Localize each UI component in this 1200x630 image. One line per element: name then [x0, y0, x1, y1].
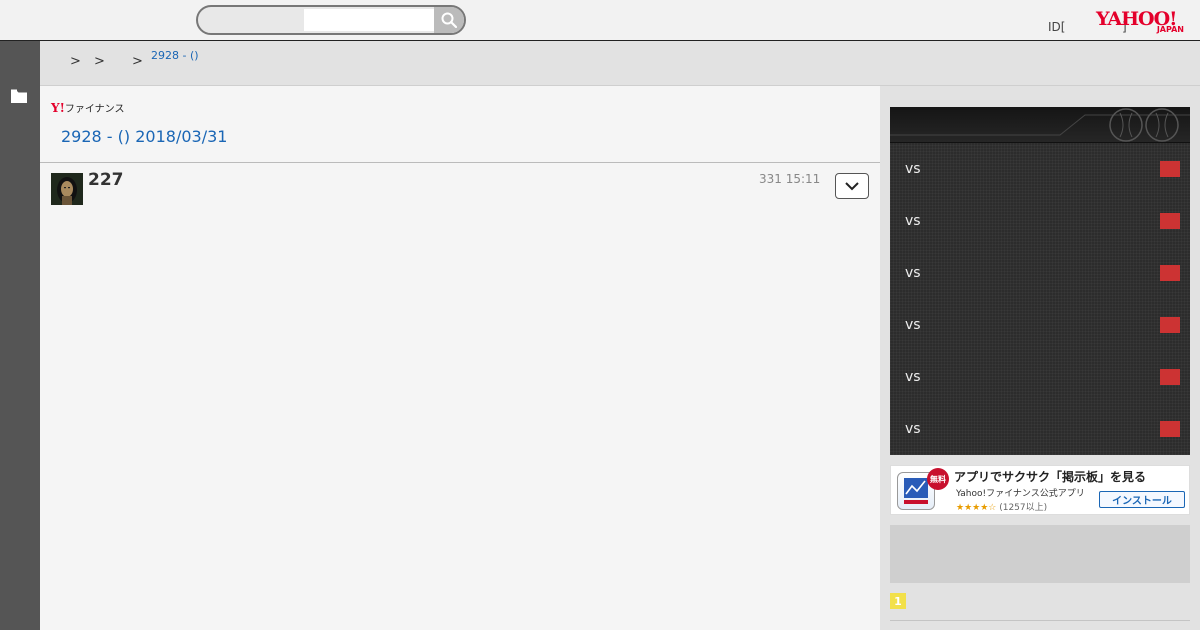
score-matchup: vs — [905, 265, 921, 281]
scores-header — [890, 107, 1190, 143]
score-status-marker — [1160, 213, 1180, 229]
score-row[interactable]: vs — [890, 151, 1190, 203]
page-title[interactable]: 2928 - () 2018/03/31 — [61, 127, 227, 146]
install-button[interactable]: インストール — [1099, 491, 1185, 508]
ad-placeholder[interactable] — [890, 525, 1190, 583]
search-box — [196, 5, 466, 35]
main-content: Y!ファイナンス 2928 - () 2018/03/31 227 331 15… — [40, 86, 880, 630]
app-promo-banner[interactable]: 無料 アプリでサクサク「掲示板」を見る Yahoo!ファイナンス公式アプリ ★★… — [890, 465, 1190, 515]
score-status-marker — [1160, 421, 1180, 437]
login-id-link[interactable]: ID[ — [1048, 20, 1065, 34]
breadcrumb-current-board[interactable]: 2928 - () — [151, 50, 211, 62]
avatar[interactable] — [51, 173, 83, 205]
top-header: ID[ ] YAHOO! JAPAN — [0, 0, 1200, 41]
app-promo-title: アプリでサクサク「掲示板」を見る — [954, 470, 1147, 484]
post-timestamp: 331 15:11 — [759, 172, 821, 186]
post-number[interactable]: 227 — [88, 170, 124, 190]
score-row[interactable]: vs — [890, 307, 1190, 359]
post-menu-button[interactable] — [835, 173, 869, 199]
ranking-badge: 1 — [890, 593, 906, 609]
star-rating: ★★★★☆ — [956, 503, 997, 513]
title-divider — [40, 162, 880, 163]
score-matchup: vs — [905, 369, 921, 385]
search-icon — [441, 12, 457, 28]
left-sidebar — [0, 41, 40, 630]
score-matchup: vs — [905, 317, 921, 333]
user-avatar-icon — [51, 173, 83, 205]
baseball-decoration-icon — [890, 108, 1190, 142]
score-status-marker — [1160, 317, 1180, 333]
right-sidebar: vs vs vs vs vs vs 無料 アプリでサクサク「掲示板」を見る Ya… — [880, 86, 1200, 630]
breadcrumb-separator: > — [132, 54, 143, 69]
score-status-marker — [1160, 369, 1180, 385]
breadcrumb: > > > 2928 - () — [40, 41, 1200, 86]
finance-logo-text: ファイナンス — [64, 104, 125, 115]
score-row[interactable]: vs — [890, 255, 1190, 307]
baseball-scores-widget: vs vs vs vs vs vs — [890, 107, 1190, 455]
app-promo-subtitle: Yahoo!ファイナンス公式アプリ — [956, 489, 1085, 499]
ranking-divider — [890, 620, 1190, 621]
score-status-marker — [1160, 161, 1180, 177]
logo-sub: JAPAN — [1156, 25, 1184, 34]
score-matchup: vs — [905, 421, 921, 437]
score-status-marker — [1160, 265, 1180, 281]
app-rating: ★★★★☆ (1257以上) — [956, 500, 1047, 513]
score-row[interactable]: vs — [890, 411, 1190, 463]
search-input[interactable] — [304, 9, 434, 31]
yahoo-finance-logo[interactable]: Y!ファイナンス — [51, 100, 124, 115]
free-badge: 無料 — [927, 468, 949, 490]
score-row[interactable]: vs — [890, 359, 1190, 411]
search-button[interactable] — [434, 7, 464, 33]
score-row[interactable]: vs — [890, 203, 1190, 255]
breadcrumb-separator: > — [94, 54, 105, 69]
finance-logo-mark: Y! — [51, 101, 65, 115]
review-count: (1257以上) — [999, 503, 1048, 513]
breadcrumb-separator: > — [70, 54, 81, 69]
chevron-down-icon — [845, 181, 859, 190]
score-matchup: vs — [905, 213, 921, 229]
yahoo-japan-logo[interactable]: YAHOO! JAPAN — [1096, 8, 1188, 38]
folder-icon[interactable] — [11, 89, 27, 103]
score-matchup: vs — [905, 161, 921, 177]
